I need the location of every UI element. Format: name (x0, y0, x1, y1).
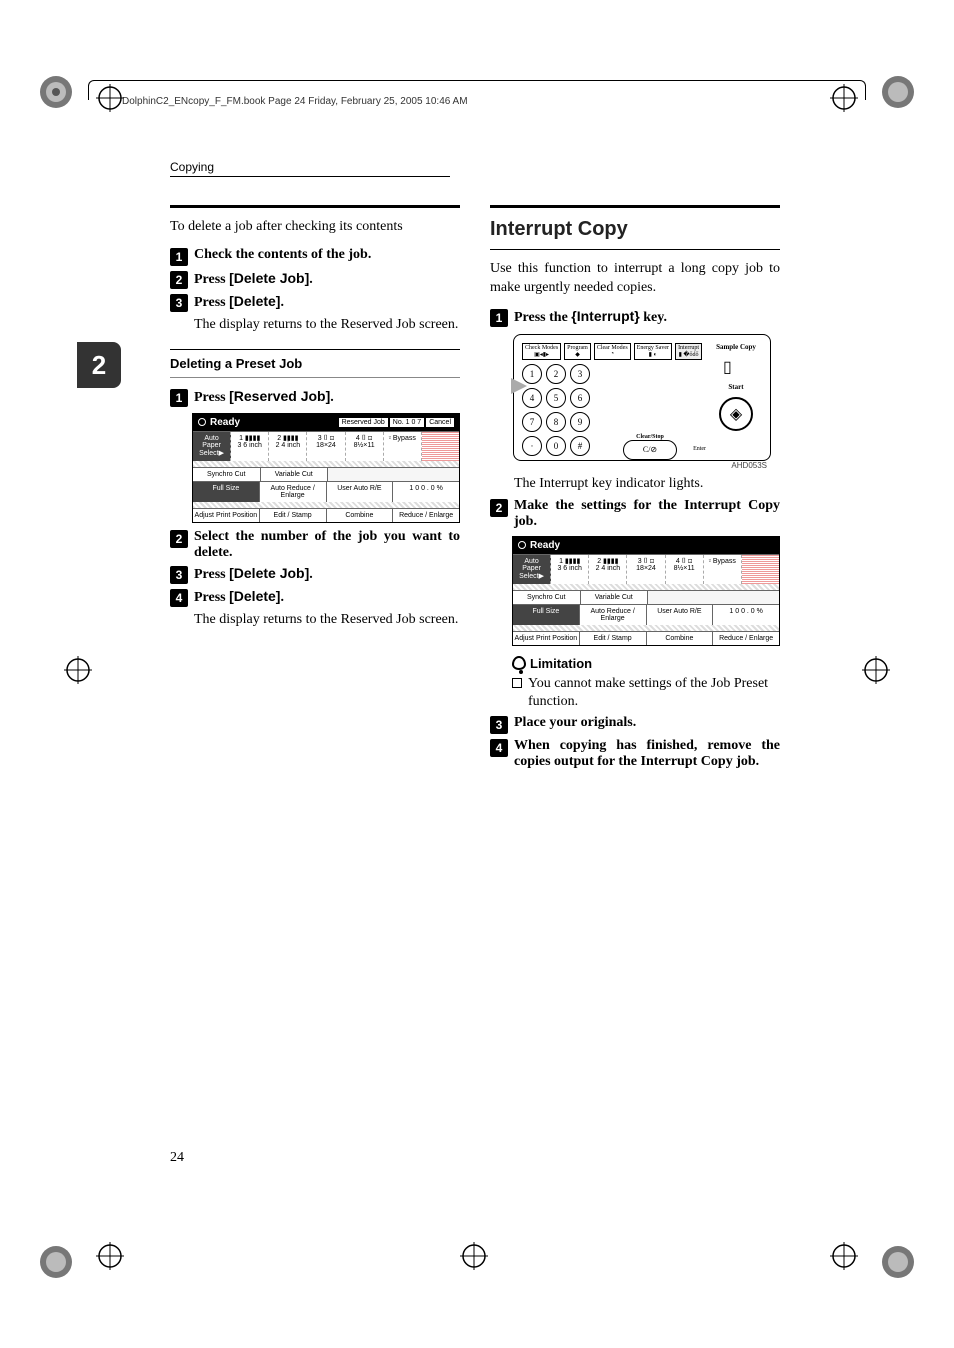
step-b3: 3 Press [Delete Job]. (170, 565, 460, 584)
left-column: To delete a job after checking its conte… (170, 205, 460, 774)
figure-label: AHD053S (513, 461, 767, 470)
reg-mark-bl (36, 1242, 76, 1282)
step-b4-text: The display returns to the Reserved Job … (194, 611, 460, 630)
interrupt-key-ref: {Interrupt} (571, 308, 639, 324)
running-head: Copying (170, 160, 450, 177)
cancel-ref: Cancel (426, 418, 454, 427)
step-number-icon: 1 (490, 309, 508, 327)
step-number-icon: 3 (170, 566, 188, 584)
step-number-icon: 1 (170, 248, 188, 266)
clear-stop-key: C/⊘ (623, 440, 677, 460)
step-a2: 2 Press [Delete Job]. (170, 270, 460, 289)
step-r4: 4 When copying has finished, remove the … (490, 738, 780, 770)
auto-paper-select: Auto Paper Select▶ (513, 555, 551, 584)
step-number-icon: 2 (170, 271, 188, 289)
delete-job-button-ref: [Delete Job] (229, 565, 309, 581)
reg-mark-bm (460, 1242, 488, 1270)
reg-mark-mr (862, 656, 890, 684)
bullet-icon (512, 678, 522, 688)
reserved-job-button-ref: [Reserved Job] (229, 388, 330, 404)
step-r2: 2 Make the settings for the Interrupt Co… (490, 498, 780, 530)
reg-mark-br2 (830, 1242, 858, 1270)
step-number-icon: 2 (490, 499, 508, 517)
limitation-text: You cannot make settings of the Job Pres… (512, 675, 780, 711)
step-a3: 3 Press [Delete]. (170, 293, 460, 312)
book-header: DolphinC2_ENcopy_F_FM.book Page 24 Frida… (122, 96, 468, 107)
chapter-tab: 2 (77, 342, 121, 388)
subhead-deleting-preset: Deleting a Preset Job (170, 349, 460, 378)
step-number-icon: 4 (170, 589, 188, 607)
start-key: ◈ (719, 397, 753, 431)
step-number-icon: 3 (170, 294, 188, 312)
step-r1-text: The Interrupt key indicator lights. (514, 475, 780, 494)
left-intro: To delete a job after checking its conte… (170, 218, 460, 237)
step-number-icon: 2 (170, 530, 188, 548)
step-a3-text: The display returns to the Reserved Job … (194, 316, 460, 335)
pointer-arrow-icon (511, 378, 527, 394)
step-b4: 4 Press [Delete]. (170, 588, 460, 607)
page-number: 24 (170, 1150, 184, 1166)
reg-mark-bl2 (96, 1242, 124, 1270)
limitation-heading: Limitation (512, 656, 780, 671)
step-number-icon: 1 (170, 389, 188, 407)
reg-mark-br (878, 1242, 918, 1282)
job-no: No. 1 0 7 (390, 418, 424, 427)
reg-mark-tr (878, 72, 918, 112)
step-a1: 1 Check the contents of the job. (170, 247, 460, 266)
delete-job-button-ref: [Delete Job] (229, 270, 309, 286)
ready-indicator-icon (198, 418, 206, 426)
right-column: Interrupt Copy Use this function to inte… (490, 205, 780, 774)
screen-illustration-2: Ready Auto Paper Select▶ 1 ▮▮▮▮3 6 inch … (512, 536, 780, 646)
delete-button-ref: [Delete] (229, 588, 280, 604)
step-number-icon: 4 (490, 739, 508, 757)
limitation-icon (512, 656, 526, 670)
step-number-icon: 3 (490, 716, 508, 734)
step-r3: 3 Place your originals. (490, 715, 780, 734)
auto-paper-select: Auto Paper Select▶ (193, 432, 231, 461)
control-panel-illustration: Check Modes▣◂▮▸ Program◆ Clear Modes◔ En… (512, 333, 772, 471)
reg-mark-ml (64, 656, 92, 684)
step-b1: 1 Press [Reserved Job]. (170, 388, 460, 407)
ready-indicator-icon (518, 541, 526, 549)
step-r1: 1 Press the {Interrupt} key. (490, 308, 780, 327)
step-b2: 2 Select the number of the job you want … (170, 529, 460, 561)
screen-illustration-1: Ready Reserved Job No. 1 0 7 Cancel Auto… (192, 413, 460, 523)
reserved-job-tab: Reserved Job (339, 418, 388, 427)
sample-copy-key: ▯ (723, 357, 749, 377)
right-intro: Use this function to interrupt a long co… (490, 260, 780, 298)
delete-button-ref: [Delete] (229, 293, 280, 309)
reg-mark-tl (36, 72, 76, 112)
section-title-interrupt: Interrupt Copy (490, 218, 780, 241)
